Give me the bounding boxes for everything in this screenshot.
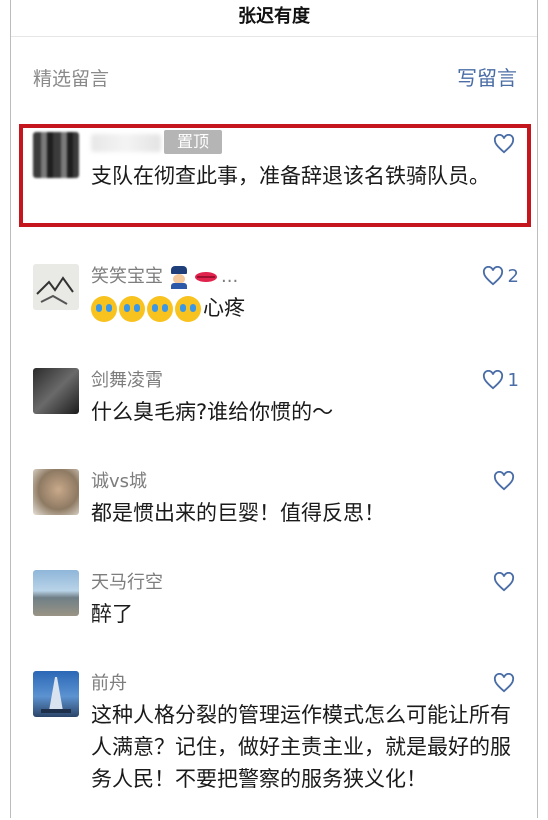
- blurred-nickname: [91, 134, 161, 152]
- crying-face-emoji-icon: [147, 296, 173, 322]
- featured-comments-title: 精选留言: [33, 68, 110, 90]
- write-comment-button[interactable]: 写留言: [457, 62, 517, 91]
- comment-item: 天马行空 醉了: [11, 570, 537, 640]
- pinned-badge: 置顶: [164, 130, 222, 154]
- avatar[interactable]: [33, 368, 79, 414]
- lips-emoji-icon: [195, 270, 217, 284]
- like-button[interactable]: [493, 570, 519, 594]
- comment-text: 支队在彻查此事，准备辞退该名铁骑队员。: [91, 164, 490, 188]
- like-count: 2: [507, 265, 519, 287]
- like-button[interactable]: 2: [482, 264, 519, 288]
- article-comments-panel: 张迟有度 精选留言 写留言 置顶 支队在彻查此事，准备辞退该名铁骑队员。 笑笑宝…: [10, 0, 538, 818]
- avatar[interactable]: [33, 132, 79, 178]
- heart-icon: [482, 370, 503, 390]
- like-count: 1: [507, 369, 519, 391]
- avatar[interactable]: [33, 671, 79, 717]
- like-button[interactable]: [493, 469, 519, 493]
- page-title: 张迟有度: [238, 6, 310, 27]
- comment-item: 笑笑宝宝... 心疼 2: [11, 264, 537, 334]
- crying-face-emoji-icon: [91, 296, 117, 322]
- heart-icon: [493, 471, 515, 491]
- avatar[interactable]: [33, 264, 79, 310]
- avatar-image: [41, 677, 71, 713]
- nickname: 诚vs城: [91, 471, 148, 492]
- comment-text: 醉了: [91, 602, 133, 626]
- heart-icon: [482, 266, 503, 286]
- comment-text: 心疼: [91, 292, 517, 324]
- nickname: 前舟: [91, 673, 127, 694]
- avatar[interactable]: [33, 570, 79, 616]
- comment-text: 这种人格分裂的管理运作模式怎么可能让所有人满意？记住，做好主责主业，就是最好的服…: [91, 703, 511, 791]
- avatar[interactable]: [33, 469, 79, 515]
- like-button[interactable]: [493, 132, 519, 156]
- comment-item: 诚vs城 都是惯出来的巨婴！值得反思！: [11, 469, 537, 539]
- crying-face-emoji-icon: [119, 296, 145, 322]
- comments-header: 精选留言 写留言: [11, 60, 537, 94]
- comment-text: 什么臭毛病?谁给你惯的～: [91, 400, 334, 424]
- like-button[interactable]: 1: [482, 368, 519, 392]
- avatar-image: [33, 264, 79, 310]
- crying-face-emoji-icon: [175, 296, 201, 322]
- comment-item: 剑舞凌霄 什么臭毛病?谁给你惯的～ 1: [11, 368, 537, 438]
- comment-item: 置顶 支队在彻查此事，准备辞退该名铁骑队员。: [11, 130, 537, 222]
- police-officer-emoji-icon: [169, 266, 189, 289]
- heart-icon: [493, 134, 515, 154]
- heart-icon: [493, 673, 515, 693]
- comment-item: 前舟 这种人格分裂的管理运作模式怎么可能让所有人满意？记住，做好主责主业，就是最…: [11, 671, 537, 818]
- nickname: 天马行空: [91, 572, 163, 593]
- nickname: 剑舞凌霄: [91, 370, 163, 391]
- divider: [11, 36, 537, 37]
- nickname: 笑笑宝宝...: [91, 266, 239, 289]
- heart-icon: [493, 572, 515, 592]
- like-button[interactable]: [493, 671, 519, 695]
- comment-text: 都是惯出来的巨婴！值得反思！: [91, 501, 385, 525]
